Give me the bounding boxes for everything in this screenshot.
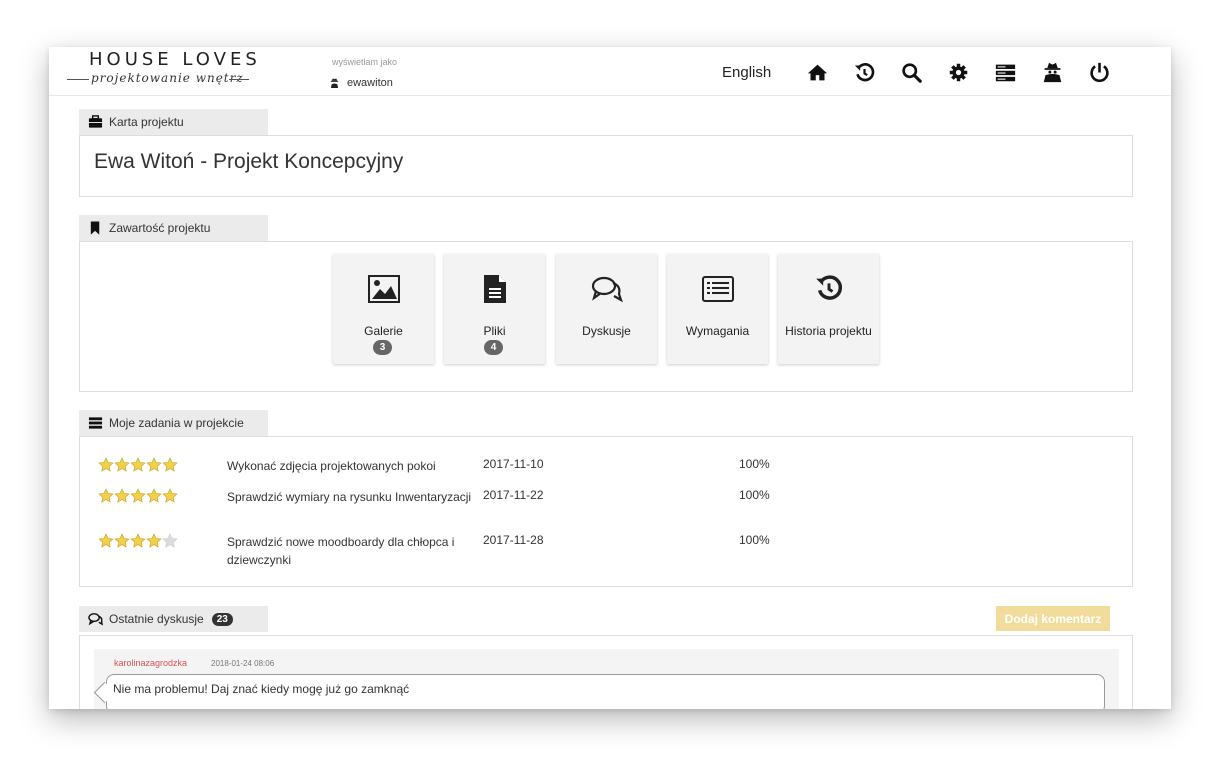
image-icon — [367, 275, 400, 303]
add-comment-button[interactable]: Dodaj komentarz — [996, 606, 1110, 631]
tile-requirements[interactable]: Wymagania — [667, 254, 768, 364]
language-switch[interactable]: English — [722, 64, 771, 81]
brand-logo[interactable]: HOUSE LOVES — [89, 49, 261, 70]
task-name: Sprawdzić wymiary na rysunku Inwentaryza… — [227, 490, 472, 504]
task-progress: 100% — [739, 488, 770, 502]
bookmark-icon — [90, 221, 100, 235]
star-filled-icon — [130, 457, 146, 472]
tile-discussions[interactable]: Dyskusje — [556, 254, 657, 364]
list-icon — [701, 276, 734, 302]
tab-my-tasks: Moje zadania w projekcie — [79, 410, 268, 436]
star-filled-icon — [98, 533, 114, 548]
username: ewawiton — [347, 77, 393, 89]
star-filled-icon — [162, 457, 178, 472]
task-name: Wykonać zdjęcia projektowanych pokoi — [227, 459, 436, 473]
discussion-count-badge: 23 — [211, 612, 233, 626]
file-icon — [483, 275, 506, 303]
star-filled-icon — [114, 488, 130, 503]
home-icon[interactable] — [806, 61, 829, 84]
tab-label: Karta projektu — [109, 115, 184, 129]
star-filled-icon — [146, 533, 162, 548]
star-rating — [98, 457, 178, 473]
task-name: Sprawdzić nowe moodboardy dla chłopca i … — [227, 535, 455, 567]
viewing-as-label: wyświetlam jako — [332, 57, 398, 67]
app-window: HOUSE LOVES projektowanie wnętrz wyświet… — [49, 47, 1171, 709]
count-badge: 3 — [373, 340, 392, 355]
tile-label: Wymagania — [685, 324, 750, 338]
tile-files[interactable]: Pliki 4 — [444, 254, 545, 364]
comment-date: 2018-01-24 08:06 — [211, 659, 275, 668]
tile-label: Historia projektu — [785, 324, 872, 338]
tab-label: Zawartość projektu — [109, 221, 211, 235]
star-filled-icon — [162, 488, 178, 503]
comment-text: Nie ma problemu! Daj znać kiedy mogę już… — [113, 682, 410, 696]
power-icon[interactable] — [1088, 61, 1111, 84]
comment-item: karolinazagrodzka 2018-01-24 08:06 Nie m… — [93, 649, 1119, 709]
task-date: 2017-11-22 — [483, 488, 544, 502]
comment-bubble: Nie ma problemu! Daj znać kiedy mogę już… — [106, 674, 1105, 709]
server-icon — [88, 417, 103, 429]
history-icon — [815, 275, 842, 300]
count-badge: 4 — [484, 340, 503, 355]
brand-tagline: projektowanie wnętrz — [91, 71, 244, 85]
tile-galleries[interactable]: Galerie 3 — [333, 254, 434, 364]
tasks-box: Wykonać zdjęcia projektowanych pokoi 201… — [79, 436, 1133, 587]
star-filled-icon — [130, 533, 146, 548]
tab-recent-discussions: Ostatnie dyskusje 23 — [79, 606, 268, 632]
nav-icon-bar — [806, 61, 1111, 84]
tile-label: Dyskusje — [582, 324, 631, 338]
star-filled-icon — [114, 457, 130, 472]
star-rating — [98, 533, 178, 549]
task-progress: 100% — [739, 457, 770, 471]
briefcase-icon — [88, 115, 103, 128]
tab-label: Moje zadania w projekcie — [109, 416, 244, 430]
task-date: 2017-11-10 — [483, 457, 544, 471]
tab-label: Ostatnie dyskusje — [109, 612, 204, 626]
project-title: Ewa Witoń - Projekt Koncepcyjny — [94, 150, 404, 173]
star-filled-icon — [98, 488, 114, 503]
logo-line-left — [67, 79, 89, 80]
logo-line-right — [229, 79, 249, 80]
project-content-box: Galerie 3 Pliki 4 Dyskusje Wymagania His… — [79, 241, 1133, 392]
star-filled-icon — [114, 533, 130, 548]
comment-author[interactable]: karolinazagrodzka — [114, 658, 187, 668]
star-filled-icon — [146, 457, 162, 472]
tab-project-card: Karta projektu — [79, 109, 268, 135]
search-icon[interactable] — [900, 61, 923, 84]
star-empty-icon — [162, 533, 178, 548]
user-secret-icon[interactable] — [1041, 61, 1064, 84]
current-user: ewawiton — [330, 77, 393, 89]
star-filled-icon — [98, 457, 114, 472]
project-card-box: Ewa Witoń - Projekt Koncepcyjny — [79, 135, 1133, 197]
user-secret-icon — [330, 78, 339, 88]
tile-label: Pliki — [483, 324, 506, 338]
tab-project-content: Zawartość projektu — [79, 215, 268, 241]
tile-label: Galerie — [364, 324, 403, 338]
comments-icon — [591, 276, 623, 303]
star-filled-icon — [130, 488, 146, 503]
star-rating — [98, 488, 178, 504]
top-bar: HOUSE LOVES projektowanie wnętrz wyświet… — [49, 47, 1171, 96]
comments-icon — [88, 613, 103, 626]
star-filled-icon — [146, 488, 162, 503]
gear-icon[interactable] — [947, 61, 970, 84]
server-icon[interactable] — [994, 61, 1017, 84]
tile-project-history[interactable]: Historia projektu — [778, 254, 879, 364]
history-icon[interactable] — [853, 61, 876, 84]
task-date: 2017-11-28 — [483, 533, 544, 547]
task-progress: 100% — [739, 533, 770, 547]
